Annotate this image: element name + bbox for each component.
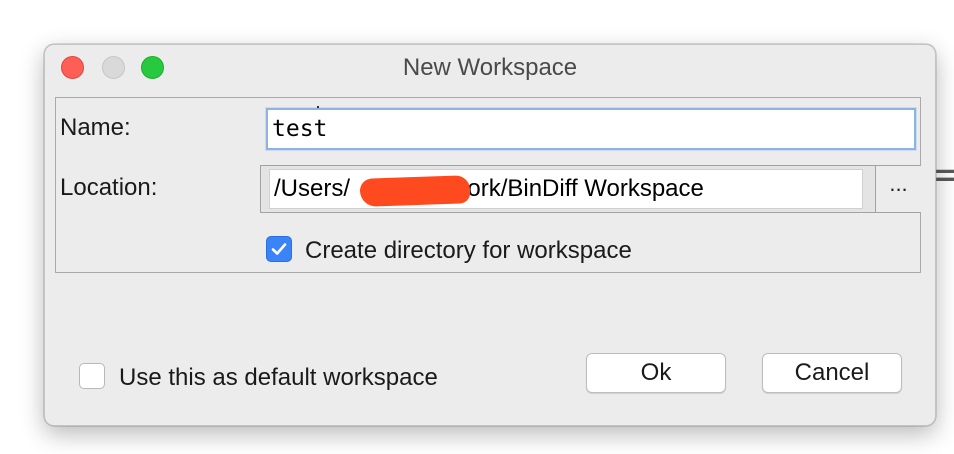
create-directory-checkbox[interactable]: [266, 236, 292, 262]
workspace-settings-panel: Name: test Location: /Users/work/BinDiff…: [55, 97, 921, 273]
location-value-suffix: work/BinDiff Workspace: [450, 175, 704, 202]
default-workspace-checkbox[interactable]: [79, 363, 105, 389]
name-label: Name:: [60, 114, 131, 141]
name-input[interactable]: test: [266, 108, 916, 150]
default-workspace-label[interactable]: Use this as default workspace: [119, 364, 438, 392]
name-input-value: test: [272, 116, 328, 142]
ok-button[interactable]: Ok: [586, 353, 726, 393]
text-cursor-mark: [317, 106, 319, 108]
window-title: New Workspace: [402, 54, 578, 81]
location-field-group: /Users/work/BinDiff Workspace ...: [260, 165, 921, 213]
new-workspace-dialog: New Workspace Name: test Location: /User…: [44, 44, 936, 426]
location-input[interactable]: /Users/work/BinDiff Workspace: [269, 169, 863, 209]
location-value-prefix: /Users/: [274, 175, 351, 202]
redaction-mark: [359, 175, 471, 207]
checkmark-icon: [271, 243, 287, 255]
title-bar[interactable]: New Workspace: [45, 45, 935, 89]
cancel-button[interactable]: Cancel: [762, 353, 902, 393]
location-label: Location:: [60, 174, 158, 201]
create-directory-label[interactable]: Create directory for workspace: [305, 237, 632, 265]
browse-location-button[interactable]: ...: [875, 166, 921, 212]
